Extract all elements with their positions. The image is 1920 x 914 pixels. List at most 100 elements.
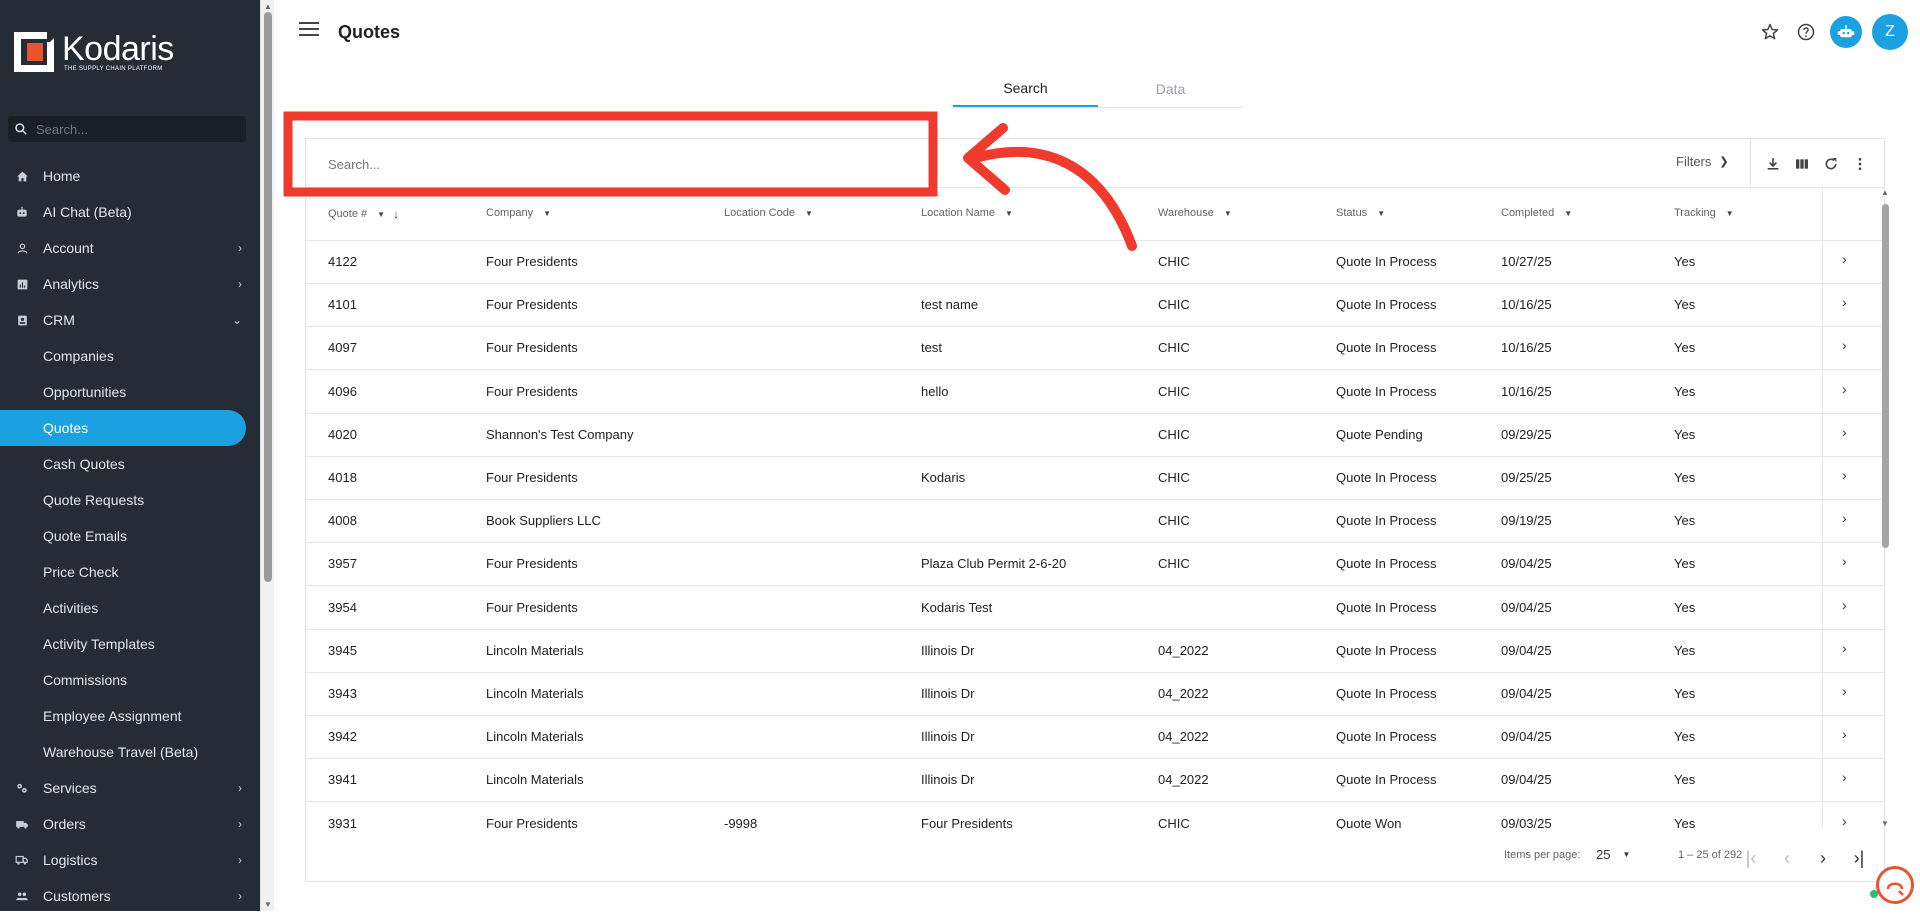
next-page-icon[interactable]: › — [1808, 843, 1838, 873]
chevron-right-icon[interactable]: › — [1842, 597, 1847, 613]
sidebar-item-warehouse-travel[interactable]: Warehouse Travel (Beta) — [0, 734, 260, 770]
sidebar-item-customers[interactable]: Customers › — [0, 878, 260, 914]
column-header-quote-number[interactable]: Quote # ▼ ↓ — [328, 207, 399, 221]
table-row[interactable]: 4096 Four Presidents hello CHIC Quote In Pro… — [306, 371, 1884, 414]
chevron-right-icon[interactable]: › — [1842, 510, 1847, 526]
page-size-select[interactable]: 25 ▼ — [1596, 847, 1630, 862]
user-avatar[interactable]: Z — [1872, 14, 1908, 50]
grid-search-input[interactable] — [328, 153, 888, 175]
chevron-right-icon[interactable]: › — [1842, 726, 1847, 742]
more-vert-icon[interactable] — [1845, 151, 1874, 177]
sidebar-item-employee-assignment[interactable]: Employee Assignment — [0, 698, 260, 734]
scroll-up-icon[interactable]: ▲ — [264, 2, 272, 11]
table-row[interactable]: 3945 Lincoln Materials Illinois Dr 04_2022 Q… — [306, 630, 1884, 673]
column-header-warehouse[interactable]: Warehouse ▼ — [1158, 207, 1232, 219]
last-page-icon[interactable]: ›| — [1844, 843, 1874, 873]
table-row[interactable]: 3941 Lincoln Materials Illinois Dr 04_2022 Q… — [306, 759, 1884, 803]
table-row[interactable]: 4018 Four Presidents Kodaris CHIC Quote In P… — [306, 457, 1884, 500]
kodaris-logo[interactable]: Kodaris THE SUPPLY CHAIN PLATFORM — [14, 30, 174, 74]
sidebar-item-price-check[interactable]: Price Check — [0, 554, 260, 590]
sidebar-search[interactable]: Search... — [8, 116, 246, 142]
table-row[interactable]: 3931 Four Presidents -9998 Four Presidents C… — [306, 803, 1884, 829]
filters-button[interactable]: Filters ❯ — [1676, 154, 1729, 169]
sidebar-item-activity-templates[interactable]: Activity Templates — [0, 626, 260, 662]
download-icon[interactable] — [1758, 151, 1787, 177]
scroll-down-icon[interactable]: ▼ — [264, 900, 272, 909]
tab-search[interactable]: Search — [953, 70, 1098, 107]
chevron-right-icon[interactable]: › — [1842, 424, 1847, 440]
scroll-down-icon[interactable]: ▼ — [1881, 819, 1889, 828]
previous-page-icon[interactable]: ‹ — [1772, 843, 1802, 873]
sort-desc-icon[interactable]: ↓ — [393, 207, 399, 221]
chevron-right-icon[interactable]: › — [1842, 813, 1847, 829]
tab-data[interactable]: Data — [1098, 70, 1243, 107]
chevron-right-icon[interactable]: › — [1842, 337, 1847, 353]
columns-icon[interactable] — [1787, 151, 1816, 177]
table-row[interactable]: 3954 Four Presidents Kodaris Test Quote In … — [306, 587, 1884, 630]
chevron-right-icon[interactable]: › — [1842, 381, 1847, 397]
hamburger-menu-icon[interactable] — [299, 22, 319, 38]
sidebar-item-logistics[interactable]: Logistics › — [0, 842, 260, 878]
table-row[interactable]: 3942 Lincoln Materials Illinois Dr 04_2022 Q… — [306, 716, 1884, 760]
chevron-right-icon[interactable]: › — [1842, 769, 1847, 785]
orders-icon — [14, 816, 30, 832]
cell-warehouse: 04_2022 — [1158, 729, 1209, 745]
chevron-right-icon: › — [238, 817, 242, 831]
chevron-right-icon[interactable]: › — [1842, 294, 1847, 310]
star-icon[interactable] — [1752, 14, 1788, 50]
column-header-company[interactable]: Company ▼ — [486, 207, 551, 219]
column-header-status[interactable]: Status ▼ — [1336, 207, 1385, 219]
table-row[interactable]: 4097 Four Presidents test CHIC Quote In Proc… — [306, 327, 1884, 371]
column-header-location-code[interactable]: Location Code ▼ — [724, 207, 813, 219]
cell-status: Quote Pending — [1336, 426, 1423, 442]
chevron-right-icon[interactable]: › — [1842, 683, 1847, 699]
sidebar-item-quotes[interactable]: Quotes — [0, 410, 246, 446]
chevron-right-icon[interactable]: › — [1842, 640, 1847, 656]
table-row[interactable]: 4020 Shannon's Test Company CHIC Quote Pend… — [306, 414, 1884, 457]
cell-tracking: Yes — [1674, 686, 1696, 701]
sidebar-scrollbar[interactable]: ▲ ▼ — [260, 0, 274, 911]
scroll-up-icon[interactable]: ▲ — [1881, 188, 1889, 197]
cell-company: Four Presidents — [486, 383, 578, 399]
table-row[interactable]: 3943 Lincoln Materials Illinois Dr 04_2022 Q… — [306, 673, 1884, 716]
sidebar-item-services[interactable]: Services › — [0, 770, 260, 806]
column-header-tracking[interactable]: Tracking ▼ — [1674, 207, 1734, 219]
column-header-location-name[interactable]: Location Name ▼ — [921, 207, 1013, 219]
table-row[interactable]: 4008 Book Suppliers LLC CHIC Quote In Proce… — [306, 500, 1884, 544]
sidebar-item-cash-quotes[interactable]: Cash Quotes — [0, 446, 260, 482]
support-chat-button[interactable] — [1876, 866, 1914, 904]
sidebar-item-ai-chat[interactable]: AI Chat (Beta) — [0, 194, 260, 230]
sidebar-item-home[interactable]: Home — [0, 158, 260, 194]
grid-scrollbar-thumb[interactable] — [1882, 204, 1889, 548]
sidebar-item-orders[interactable]: Orders › — [0, 806, 260, 842]
sidebar-item-analytics[interactable]: Analytics › — [0, 266, 260, 302]
sidebar-item-activities[interactable]: Activities — [0, 590, 260, 626]
column-header-label: Tracking — [1674, 207, 1716, 219]
table-row[interactable]: 3957 Four Presidents Plaza Club Permit 2-6… — [306, 543, 1884, 587]
table-row[interactable]: 4122 Four Presidents CHIC Quote In Process 1… — [306, 241, 1884, 284]
refresh-icon[interactable] — [1816, 151, 1845, 177]
cell-tracking: Yes — [1674, 254, 1696, 269]
sidebar-item-quote-emails[interactable]: Quote Emails — [0, 518, 260, 554]
cell-completed: 10/16/25 — [1501, 383, 1552, 399]
help-icon[interactable] — [1788, 14, 1824, 50]
sidebar-item-account[interactable]: Account › — [0, 230, 260, 266]
chevron-right-icon[interactable]: › — [1842, 467, 1847, 483]
column-header-completed[interactable]: Completed ▼ — [1501, 207, 1572, 219]
sidebar-item-companies[interactable]: Companies — [0, 338, 260, 374]
sidebar-item-crm[interactable]: CRM ⌄ — [0, 302, 260, 338]
sidebar-scrollbar-thumb[interactable] — [264, 12, 272, 582]
top-bar: Quotes Z — [275, 0, 1920, 66]
cell-completed: 09/04/25 — [1501, 599, 1552, 615]
grid-scrollbar[interactable]: ▲ ▼ — [1879, 188, 1891, 828]
ai-assistant-button[interactable] — [1830, 16, 1862, 48]
chevron-right-icon[interactable]: › — [1842, 553, 1847, 569]
sidebar-item-quote-requests[interactable]: Quote Requests — [0, 482, 260, 518]
chevron-right-icon[interactable]: › — [1842, 251, 1847, 267]
table-row[interactable]: 4101 Four Presidents test name CHIC Quote In… — [306, 284, 1884, 328]
sidebar-item-opportunities[interactable]: Opportunities — [0, 374, 260, 410]
first-page-icon[interactable]: |‹ — [1736, 843, 1766, 873]
sidebar-item-commissions[interactable]: Commissions — [0, 662, 260, 698]
cell-quote-number: 3941 — [328, 772, 357, 788]
page-title: Quotes — [338, 22, 401, 42]
